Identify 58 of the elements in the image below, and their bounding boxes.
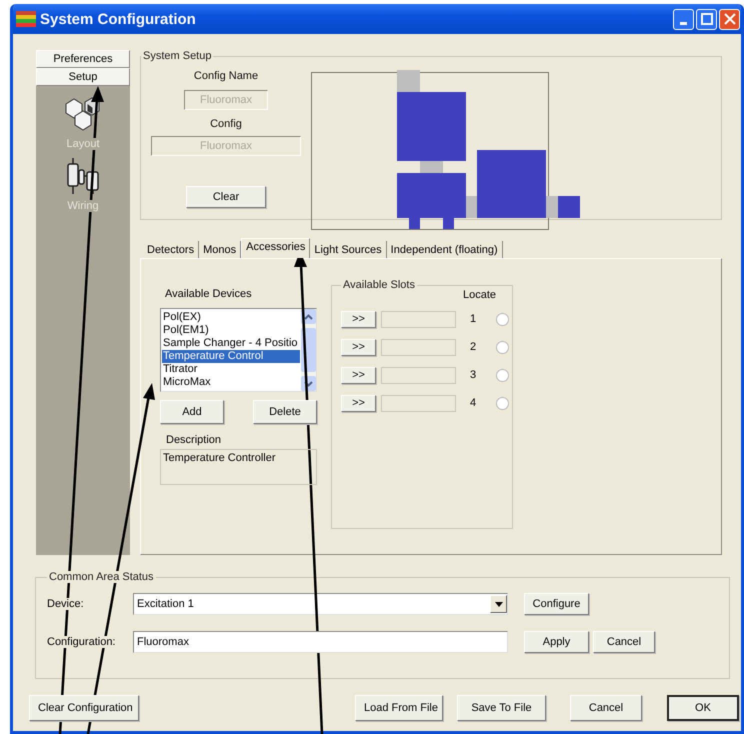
field-label: Config Name — [194, 70, 258, 82]
group-title: Common Area Status — [47, 571, 156, 583]
apply-button[interactable]: Apply — [524, 631, 589, 653]
list-item[interactable]: Titrator — [162, 363, 300, 376]
radio-button[interactable] — [496, 368, 509, 382]
app-icon — [16, 11, 36, 27]
list-item[interactable]: MicroMax — [162, 376, 300, 389]
scroll-up-icon[interactable] — [304, 314, 313, 320]
maximize-icon — [700, 13, 712, 25]
field-label: Configuration: — [47, 636, 116, 648]
assign-button[interactable]: >> — [341, 338, 376, 356]
field-label: Description — [166, 434, 222, 446]
slot-number: 2 — [470, 341, 478, 353]
radio-button[interactable] — [496, 340, 509, 354]
minimize-button[interactable] — [673, 8, 694, 30]
minimize-icon — [680, 22, 687, 24]
device-list[interactable]: Pol(EX) Pol(EM1) Sample Changer - 4 Positio Temperature Control Titrator MicroMax — [160, 308, 317, 392]
dropdown-value: Excitation 1 — [137, 598, 195, 610]
input-field[interactable]: Fluoromax — [133, 631, 508, 653]
scroll-down-icon[interactable] — [304, 380, 313, 386]
slot-number: 1 — [470, 313, 478, 325]
assign-button[interactable]: >> — [341, 310, 376, 328]
description-field: Temperature Controller — [160, 449, 317, 485]
dialog-button[interactable]: Clear Configuration — [29, 695, 139, 721]
maximize-button[interactable] — [696, 8, 717, 30]
tab[interactable]: Accessories — [241, 238, 310, 258]
dialog-button[interactable]: Cancel — [570, 695, 642, 721]
list-item[interactable]: Temperature Control — [162, 350, 300, 363]
assign-button[interactable]: >> — [341, 366, 376, 384]
delete-button[interactable]: Delete — [253, 400, 317, 424]
device-dropdown[interactable]: Excitation 1 — [133, 593, 508, 615]
radio-button[interactable] — [496, 312, 509, 326]
configure-button[interactable]: Configure — [524, 593, 589, 615]
close-icon — [724, 13, 736, 25]
list-item[interactable]: Pol(EX) — [162, 311, 300, 324]
field-label: Device: — [47, 598, 84, 610]
dialog-button[interactable]: Save To File — [457, 695, 546, 721]
sidebar-button[interactable]: Setup — [36, 68, 130, 86]
list-item[interactable]: Sample Changer - 4 Positio — [162, 337, 300, 350]
dialog-button[interactable]: OK — [667, 695, 739, 721]
dropdown-arrow-icon[interactable] — [494, 602, 502, 606]
add-button[interactable]: Add — [160, 400, 224, 424]
slot-number: 4 — [470, 397, 478, 409]
field-label: Config — [210, 118, 242, 130]
radio-button[interactable] — [496, 396, 509, 410]
sidebar-button[interactable]: Preferences — [36, 50, 130, 68]
plugs-icon — [65, 156, 101, 196]
slot-number: 3 — [470, 369, 478, 381]
dialog-button[interactable]: Load From File — [355, 695, 443, 721]
list-label: Available Devices — [165, 288, 253, 300]
assign-button[interactable]: >> — [341, 394, 376, 412]
list-item[interactable]: Pol(EM1) — [162, 324, 300, 337]
group-title: Available Slots — [341, 279, 417, 291]
cancel-button[interactable]: Cancel — [593, 631, 655, 653]
close-button[interactable] — [719, 8, 740, 30]
column-label: Locate — [463, 289, 498, 301]
window-title: System Configuration — [40, 10, 197, 28]
group-title: System Setup — [141, 50, 214, 62]
